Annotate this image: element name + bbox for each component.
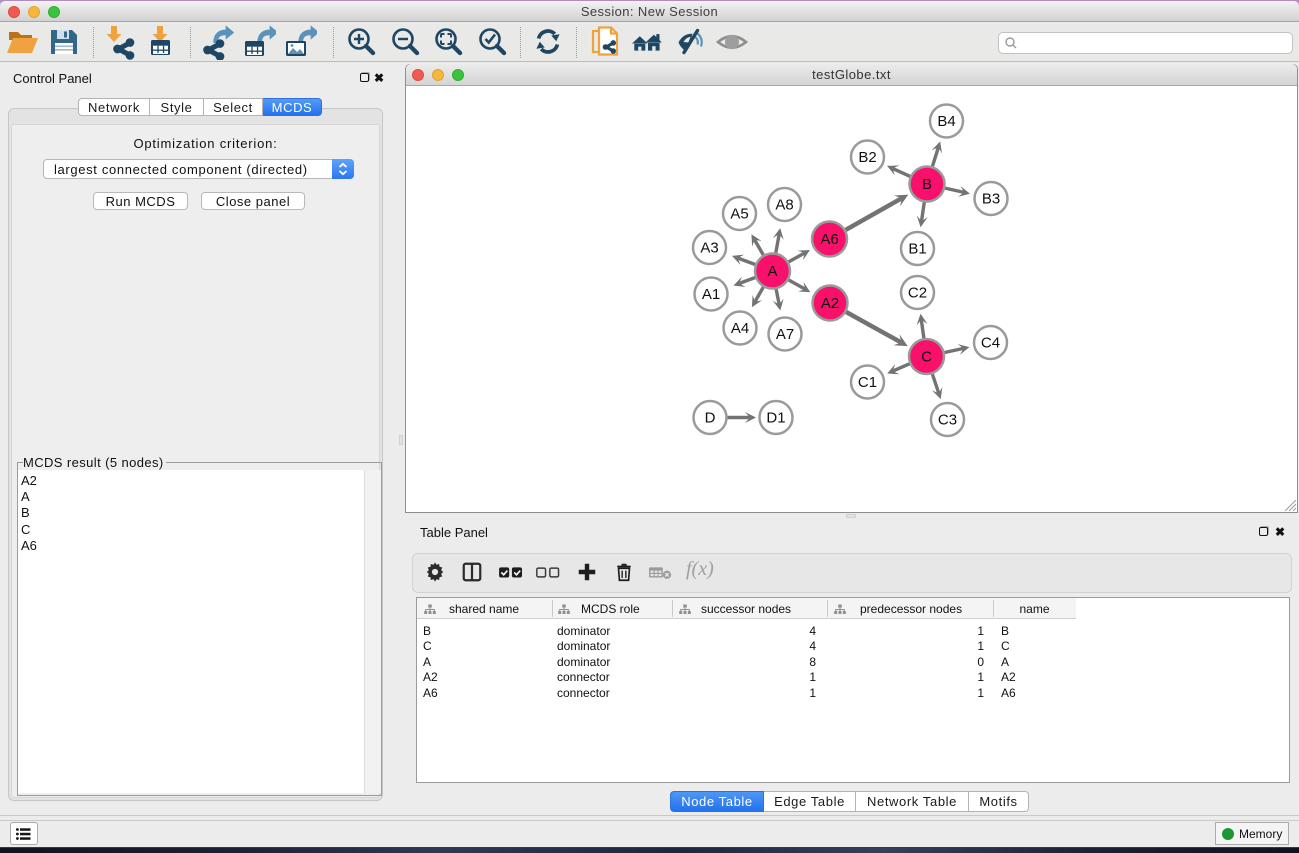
svg-text:A4: A4 <box>731 320 749 337</box>
svg-text:A8: A8 <box>775 197 793 214</box>
svg-text:B4: B4 <box>937 113 955 130</box>
svg-text:C1: C1 <box>858 374 877 391</box>
svg-text:C2: C2 <box>908 285 927 302</box>
svg-text:A5: A5 <box>730 206 748 223</box>
svg-text:A7: A7 <box>776 326 794 343</box>
svg-text:D1: D1 <box>766 410 785 427</box>
svg-text:A2: A2 <box>821 295 839 312</box>
svg-text:A3: A3 <box>700 240 718 257</box>
svg-text:A: A <box>767 263 777 280</box>
svg-text:D: D <box>705 410 716 427</box>
svg-text:B2: B2 <box>858 149 876 166</box>
svg-text:C: C <box>921 349 932 366</box>
svg-text:A6: A6 <box>820 231 838 248</box>
svg-text:C3: C3 <box>938 412 957 429</box>
svg-text:B: B <box>922 176 932 193</box>
svg-text:B1: B1 <box>908 241 926 258</box>
svg-text:C4: C4 <box>981 335 1000 352</box>
svg-text:B3: B3 <box>982 191 1000 208</box>
svg-text:A1: A1 <box>702 286 720 303</box>
